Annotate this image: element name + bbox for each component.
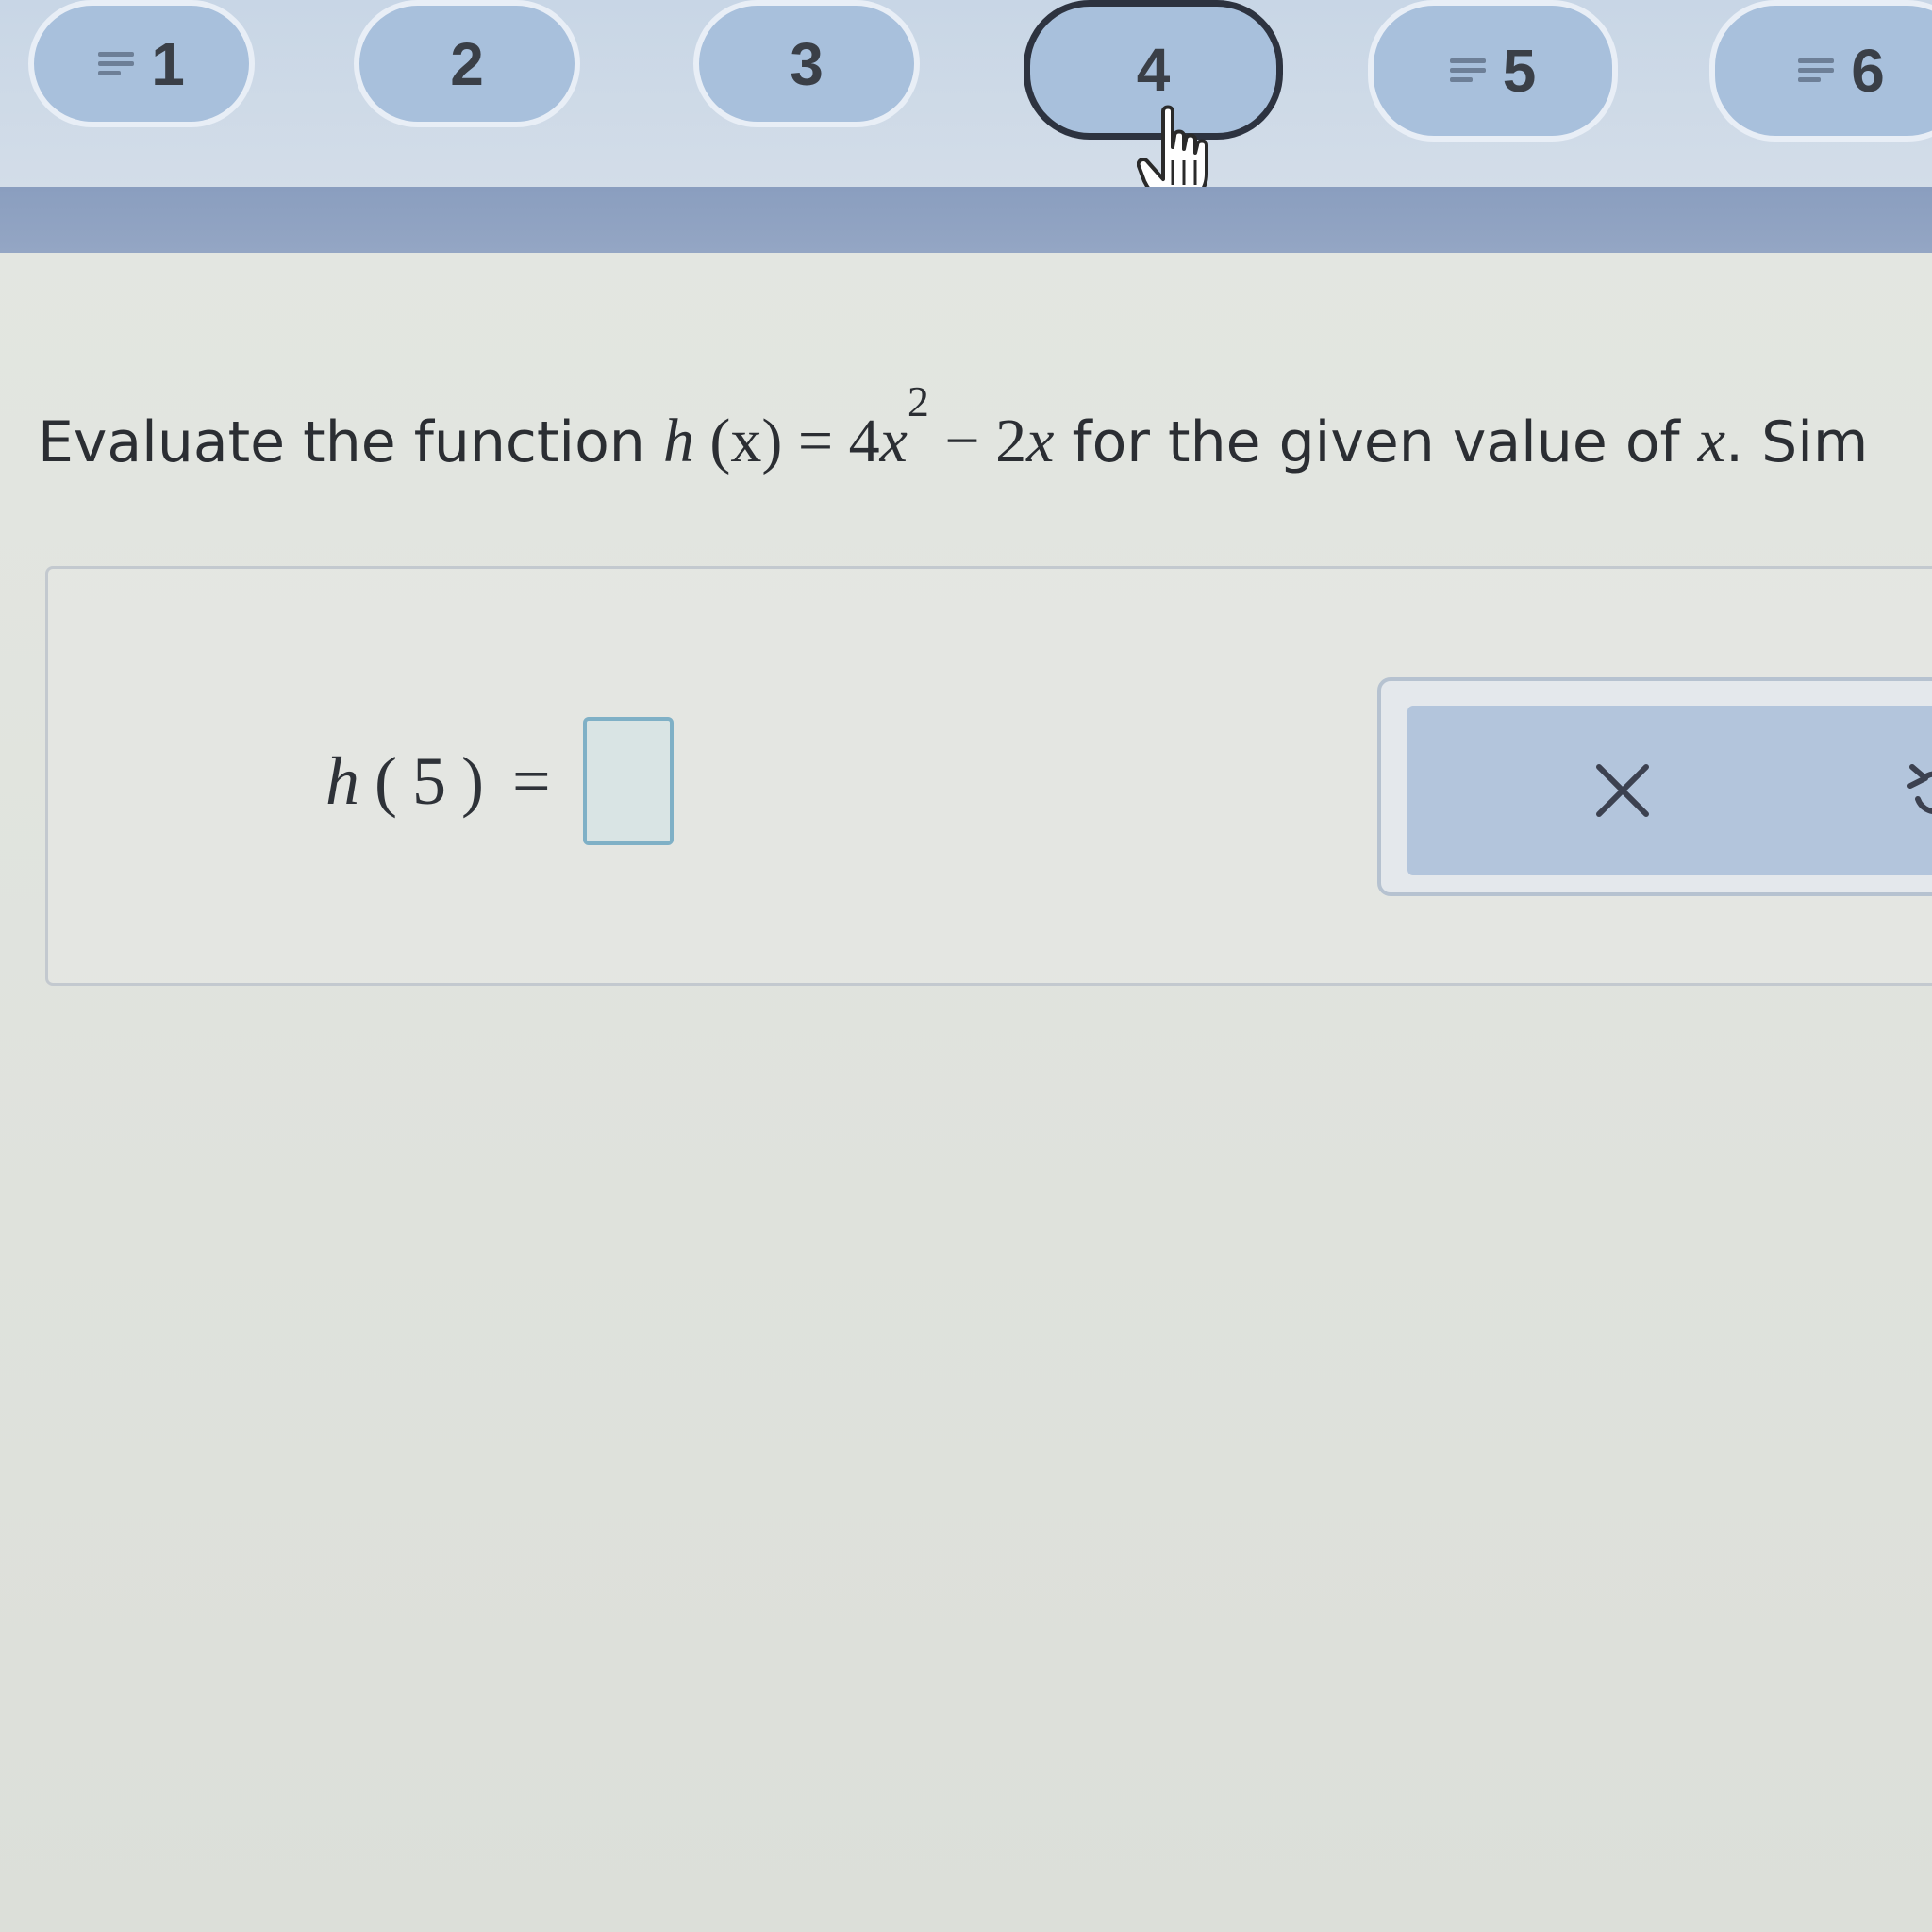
- undo-button[interactable]: [1879, 734, 1932, 847]
- question-nav-bar: 1 2 3 4 5 6: [0, 0, 1932, 204]
- question-nav-button-2[interactable]: 2: [354, 0, 580, 127]
- question-tail-text: for the given value of: [1054, 409, 1698, 475]
- tools-toolbar: [1407, 706, 1932, 875]
- answer-equals: =: [511, 742, 551, 819]
- list-marker-icon: [1798, 57, 1835, 85]
- answer-equation: h ( 5 ) =: [325, 717, 674, 845]
- page: 1 2 3 4 5 6 Evaluate the function h (x) …: [0, 0, 1932, 1932]
- header-divider-band: [0, 187, 1932, 253]
- question-lead-text: Evaluate the function: [38, 409, 663, 475]
- answer-arg: 5: [411, 742, 446, 819]
- answer-close-paren: ): [460, 742, 484, 819]
- question-nav-button-3[interactable]: 3: [693, 0, 920, 127]
- list-marker-icon: [98, 50, 135, 78]
- answer-func-name: h: [325, 742, 359, 819]
- question-nav-button-6[interactable]: 6: [1709, 0, 1932, 142]
- variable-x: x: [1697, 407, 1726, 475]
- question-nav-label: 4: [1136, 36, 1171, 104]
- x-icon: [1596, 764, 1649, 817]
- question-prompt: Evaluate the function h (x) = 4x2 − 2x f…: [38, 377, 1932, 477]
- question-nav-label: 5: [1502, 37, 1537, 105]
- answer-tools-panel: [1377, 677, 1932, 896]
- answer-input-box[interactable]: [582, 717, 674, 845]
- question-nav-label: 1: [151, 29, 185, 98]
- function-definition: h (x) = 4x2 − 2x: [662, 377, 1055, 475]
- answer-open-paren: (: [375, 742, 397, 819]
- question-nav-label: 3: [790, 29, 824, 98]
- clear-button[interactable]: [1566, 734, 1679, 847]
- question-nav-button-1[interactable]: 1: [28, 0, 255, 127]
- undo-icon: [1907, 764, 1932, 814]
- question-nav-label: 2: [450, 29, 484, 98]
- question-nav-button-5[interactable]: 5: [1368, 0, 1618, 142]
- list-marker-icon: [1449, 57, 1486, 85]
- question-tail-text-2: . Sim: [1725, 409, 1869, 475]
- question-nav-label: 6: [1851, 37, 1885, 105]
